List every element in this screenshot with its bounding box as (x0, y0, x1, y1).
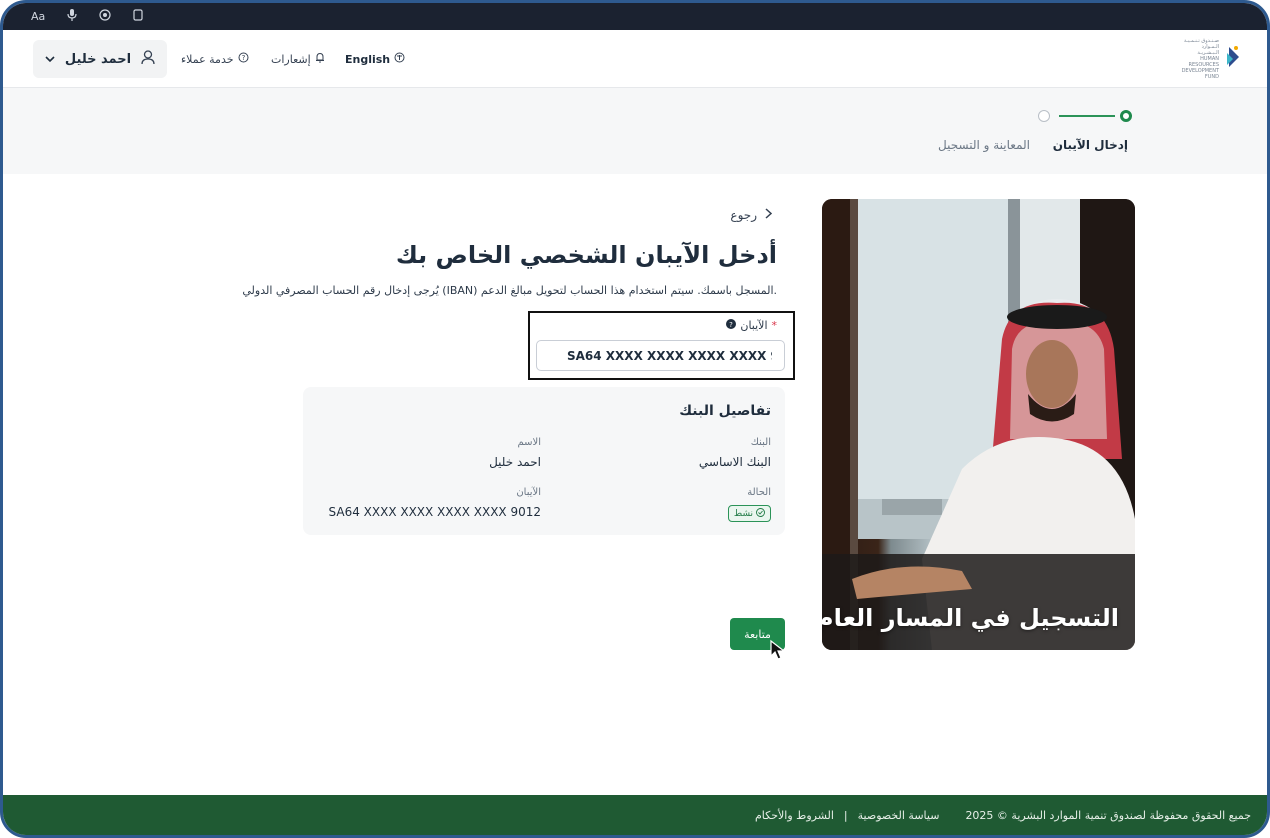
iban-label-text: الآيبان (740, 319, 768, 332)
svg-text:?: ? (730, 321, 734, 329)
chevron-down-icon (45, 52, 55, 67)
step-connector (1059, 115, 1115, 117)
mic-icon[interactable] (67, 9, 77, 24)
text-size-icon[interactable]: Aa (31, 10, 45, 23)
user-icon (141, 49, 155, 69)
customer-service-link[interactable]: خدمة عملاء ? (181, 52, 249, 66)
language-label: English (345, 52, 391, 66)
logo-text: صـنـدوق تـنـمـيـة الـمـوارد الـبـشـريـة … (1181, 38, 1219, 80)
name-value: احمد خليل (489, 455, 541, 469)
iban-label: ? الآيبان * (726, 319, 777, 332)
iban-input[interactable] (536, 340, 785, 371)
footer-privacy-link[interactable]: سياسة الخصوصية (858, 809, 940, 822)
chevron-right-icon (765, 208, 773, 222)
clipboard-icon[interactable] (133, 9, 143, 24)
name-label: الاسم (517, 437, 541, 448)
help-icon[interactable]: ? (726, 319, 737, 332)
eye-icon[interactable] (99, 9, 111, 24)
back-link[interactable]: رجوع (730, 208, 773, 222)
translate-icon (394, 52, 405, 66)
mouse-cursor-icon (770, 639, 786, 660)
status-badge: نشط (727, 505, 771, 522)
customer-service-label: خدمة عملاء (181, 52, 234, 66)
stepper: إدخال الآيبان المعاينة و التسجيل (3, 88, 1267, 174)
app-header: احمد خليل خدمة عملاء ? إشعارات English ص… (3, 30, 1267, 88)
page-subtitle: يُرجى إدخال رقم الحساب المصرفي الدولي (I… (242, 284, 777, 297)
page-title: أدخل الآيبان الشخصي الخاص بك (395, 241, 777, 269)
os-status-bar: Aa (3, 3, 1267, 30)
user-name: احمد خليل (64, 51, 132, 67)
step-2-label: المعاينة و التسجيل (938, 138, 1030, 152)
notifications-link[interactable]: إشعارات (271, 52, 325, 66)
check-circle-icon (756, 507, 765, 520)
svg-text:?: ? (241, 54, 245, 62)
step-2-dot (1038, 110, 1050, 122)
bank-iban-value: SA64 XXXX XXXX XXXX XXXX 9012 (328, 505, 541, 519)
bank-details-card: تفاصيل البنك البنك البنك الاساسي الاسم ا… (303, 387, 785, 535)
bank-iban-label: الآيبان (516, 487, 541, 498)
hero-image: التسجيل في المسار العام (822, 199, 1135, 650)
back-label: رجوع (730, 208, 757, 222)
footer-terms-link[interactable]: الشروط والأحكام (755, 809, 834, 822)
headset-icon: ? (238, 52, 249, 66)
language-toggle[interactable]: English (345, 52, 405, 66)
footer-copyright: جميع الحقوق محفوظة لصندوق تنمية الموارد … (965, 808, 1251, 822)
app-window: Aa احمد خليل خدمة عملاء ? إشعارات Englis… (0, 0, 1270, 838)
status-label: الحالة (747, 487, 771, 498)
logo-mark-icon (1225, 45, 1241, 73)
hero-illustration (822, 199, 1135, 650)
hrdf-logo[interactable]: صـنـدوق تـنـمـيـة الـمـوارد الـبـشـريـة … (1151, 38, 1241, 80)
footer: الشروط والأحكام | سياسة الخصوصية جميع ال… (3, 795, 1267, 835)
footer-separator: | (843, 808, 848, 822)
bank-value: البنك الاساسي (698, 455, 771, 469)
bell-icon (315, 52, 325, 66)
user-menu-button[interactable]: احمد خليل (33, 40, 167, 78)
notifications-label: إشعارات (271, 52, 311, 66)
step-1-dot (1120, 110, 1132, 122)
bank-details-title: تفاصيل البنك (679, 403, 771, 419)
hero-caption: التسجيل في المسار العام (822, 604, 1119, 632)
required-mark: * (771, 319, 778, 332)
step-1-label: إدخال الآيبان (1052, 138, 1128, 152)
status-value: نشط (733, 508, 753, 519)
bank-label: البنك (750, 437, 771, 448)
